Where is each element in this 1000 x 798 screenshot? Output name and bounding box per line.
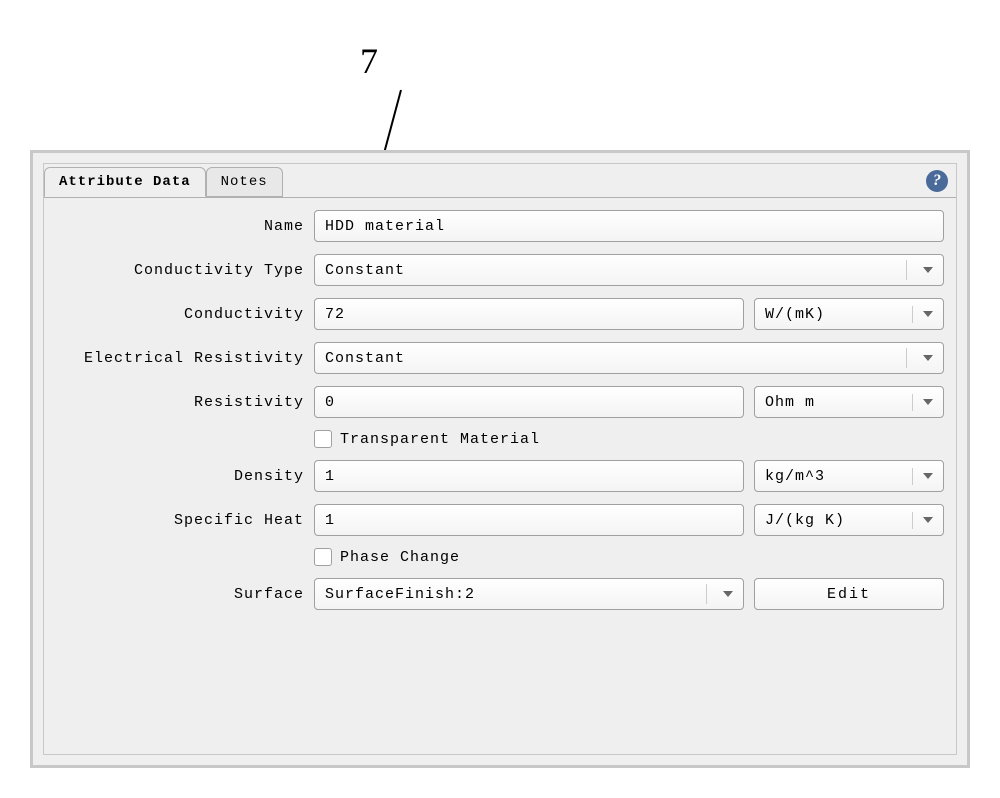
resistivity-input-value[interactable] <box>325 394 733 411</box>
surface-value: SurfaceFinish:2 <box>325 586 700 603</box>
dialog-outer-frame: Attribute Data Notes ? Name Conductivity… <box>30 150 970 768</box>
chevron-down-icon <box>923 267 933 273</box>
resistivity-unit-value: Ohm m <box>765 394 913 411</box>
separator <box>906 348 907 368</box>
row-specific-heat: Specific Heat J/(kg K) <box>56 504 944 536</box>
tab-attribute-data[interactable]: Attribute Data <box>44 167 206 197</box>
row-phase-change: Phase Change <box>56 548 944 566</box>
specific-heat-input[interactable] <box>314 504 744 536</box>
conductivity-type-value: Constant <box>325 262 900 279</box>
name-input[interactable] <box>314 210 944 242</box>
row-resistivity: Resistivity Ohm m <box>56 386 944 418</box>
phase-change-checkbox[interactable] <box>314 548 332 566</box>
label-surface: Surface <box>56 586 304 603</box>
separator <box>706 584 707 604</box>
electrical-resistivity-value: Constant <box>325 350 900 367</box>
conductivity-unit-select[interactable]: W/(mK) <box>754 298 944 330</box>
conductivity-type-select[interactable]: Constant <box>314 254 944 286</box>
specific-heat-unit-value: J/(kg K) <box>765 512 913 529</box>
transparent-material-checkbox-group: Transparent Material <box>314 430 540 448</box>
label-specific-heat: Specific Heat <box>56 512 304 529</box>
edit-button[interactable]: Edit <box>754 578 944 610</box>
label-name: Name <box>56 218 304 235</box>
row-conductivity: Conductivity W/(mK) <box>56 298 944 330</box>
tab-notes[interactable]: Notes <box>206 167 283 197</box>
row-density: Density kg/m^3 <box>56 460 944 492</box>
name-input-value[interactable] <box>325 218 933 235</box>
transparent-material-label: Transparent Material <box>340 431 540 448</box>
tab-bar: Attribute Data Notes ? <box>44 164 956 198</box>
help-icon[interactable]: ? <box>926 170 948 192</box>
chevron-down-icon <box>923 517 933 523</box>
resistivity-unit-select[interactable]: Ohm m <box>754 386 944 418</box>
electrical-resistivity-select[interactable]: Constant <box>314 342 944 374</box>
row-name: Name <box>56 210 944 242</box>
chevron-down-icon <box>923 399 933 405</box>
conductivity-unit-value: W/(mK) <box>765 306 913 323</box>
form-area: Name Conductivity Type Constant <box>44 198 956 610</box>
label-conductivity-type: Conductivity Type <box>56 262 304 279</box>
row-electrical-resistivity: Electrical Resistivity Constant <box>56 342 944 374</box>
chevron-down-icon <box>923 311 933 317</box>
surface-select[interactable]: SurfaceFinish:2 <box>314 578 744 610</box>
dialog-panel: Attribute Data Notes ? Name Conductivity… <box>43 163 957 755</box>
row-surface: Surface SurfaceFinish:2 Edit <box>56 578 944 610</box>
density-unit-select[interactable]: kg/m^3 <box>754 460 944 492</box>
density-input[interactable] <box>314 460 744 492</box>
label-electrical-resistivity: Electrical Resistivity <box>56 350 304 367</box>
specific-heat-input-value[interactable] <box>325 512 733 529</box>
phase-change-label: Phase Change <box>340 549 460 566</box>
conductivity-input-value[interactable] <box>325 306 733 323</box>
chevron-down-icon <box>923 473 933 479</box>
transparent-material-checkbox[interactable] <box>314 430 332 448</box>
conductivity-input[interactable] <box>314 298 744 330</box>
label-resistivity: Resistivity <box>56 394 304 411</box>
label-density: Density <box>56 468 304 485</box>
density-unit-value: kg/m^3 <box>765 468 913 485</box>
specific-heat-unit-select[interactable]: J/(kg K) <box>754 504 944 536</box>
chevron-down-icon <box>723 591 733 597</box>
phase-change-checkbox-group: Phase Change <box>314 548 460 566</box>
density-input-value[interactable] <box>325 468 733 485</box>
separator <box>906 260 907 280</box>
resistivity-input[interactable] <box>314 386 744 418</box>
row-conductivity-type: Conductivity Type Constant <box>56 254 944 286</box>
row-transparent-material: Transparent Material <box>56 430 944 448</box>
label-conductivity: Conductivity <box>56 306 304 323</box>
figure-annotation-number: 7 <box>360 40 378 82</box>
chevron-down-icon <box>923 355 933 361</box>
